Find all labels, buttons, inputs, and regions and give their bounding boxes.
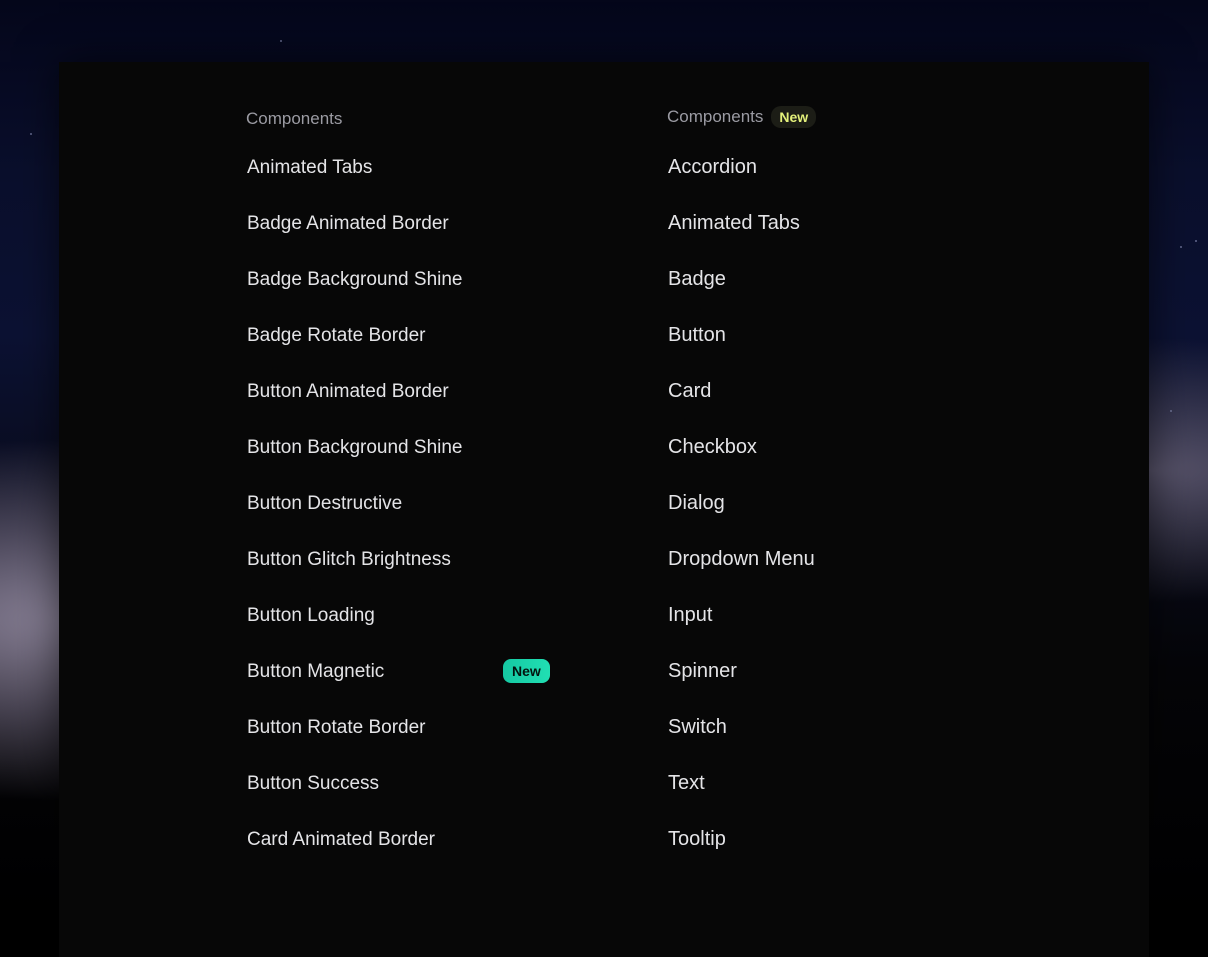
component-link[interactable]: Badge Animated Border — [247, 210, 463, 266]
component-link-label: Animated Tabs — [668, 212, 800, 234]
component-link[interactable]: Tooltip — [668, 825, 815, 881]
component-link-label: Input — [668, 604, 713, 626]
left-components-list: Animated Tabs Badge Animated Border Badge … — [247, 154, 550, 882]
component-link-label: Button Background Shine — [247, 437, 463, 458]
component-link[interactable]: Button — [668, 321, 815, 377]
component-link-label: Animated Tabs — [247, 157, 373, 178]
component-link-label: Button Success — [247, 773, 380, 794]
component-link-label: Accordion — [668, 156, 757, 178]
component-link[interactable]: Text — [668, 769, 815, 825]
component-link-label: Badge Animated Border — [247, 213, 449, 234]
component-link-label: Dialog — [668, 492, 725, 514]
component-link-label: Checkbox — [668, 436, 757, 458]
component-link-label: Switch — [668, 716, 727, 738]
components-panel: Components Animated Tabs Badge Animated B… — [59, 62, 1149, 957]
component-link-label: Dropdown Menu — [668, 548, 815, 570]
component-link[interactable]: Button Background Shine — [247, 434, 463, 490]
new-badge: New — [503, 659, 550, 683]
component-link[interactable]: Button Animated Border — [247, 378, 463, 434]
component-link[interactable]: Button Loading — [247, 602, 463, 658]
component-link-label: Button — [668, 324, 726, 346]
component-link-label: Button Glitch Brightness — [247, 549, 451, 570]
component-link[interactable]: Badge — [668, 265, 815, 321]
component-link[interactable]: Button Success — [247, 770, 463, 826]
component-link[interactable]: Card Animated Border — [247, 826, 463, 882]
star — [30, 133, 32, 135]
component-link[interactable]: Button Rotate Border — [247, 714, 463, 770]
component-link[interactable]: Input — [668, 601, 815, 657]
component-link[interactable]: Accordion — [668, 153, 815, 209]
component-link[interactable]: Animated Tabs — [247, 154, 463, 210]
star — [1195, 240, 1197, 242]
left-column-heading: Components — [246, 108, 342, 130]
component-link[interactable]: Button Destructive — [247, 490, 463, 546]
component-link-label: Button Destructive — [247, 493, 403, 514]
component-link-label: Button Rotate Border — [247, 717, 426, 738]
component-link-label: Button Magnetic — [247, 661, 385, 682]
component-link[interactable]: Animated Tabs — [668, 209, 815, 265]
component-link[interactable]: Badge Background Shine — [247, 266, 463, 322]
component-link-label: Card Animated Border — [247, 829, 435, 850]
component-link-label: Badge — [668, 268, 726, 290]
component-link[interactable]: Spinner — [668, 657, 815, 713]
right-column-heading: Components New — [667, 106, 817, 128]
right-components-list: Accordion Animated Tabs Badge Button Card Che… — [668, 153, 815, 881]
star — [1180, 246, 1182, 248]
component-link-label: Text — [668, 772, 705, 794]
component-link-label: Button Loading — [247, 605, 375, 626]
component-link-label: Badge Rotate Border — [247, 325, 426, 346]
component-link[interactable]: Badge Rotate Border — [247, 322, 463, 378]
component-link[interactable]: Checkbox — [668, 433, 815, 489]
star — [1170, 410, 1172, 412]
component-link[interactable]: Dialog — [668, 489, 815, 545]
component-link-label: Spinner — [668, 660, 737, 682]
star — [280, 40, 282, 42]
component-link-label: Button Animated Border — [247, 381, 449, 402]
component-link[interactable]: Button Magnetic New — [247, 658, 550, 714]
component-link-label: Tooltip — [668, 828, 726, 850]
new-badge: New — [771, 106, 817, 128]
right-heading-label: Components — [667, 107, 764, 126]
component-link-label: Badge Background Shine — [247, 269, 463, 290]
component-link[interactable]: Dropdown Menu — [668, 545, 815, 601]
left-heading-label: Components — [246, 109, 343, 128]
component-link[interactable]: Button Glitch Brightness — [247, 546, 463, 602]
component-link-label: Card — [668, 380, 712, 402]
component-link[interactable]: Card — [668, 377, 815, 433]
component-link[interactable]: Switch — [668, 713, 815, 769]
